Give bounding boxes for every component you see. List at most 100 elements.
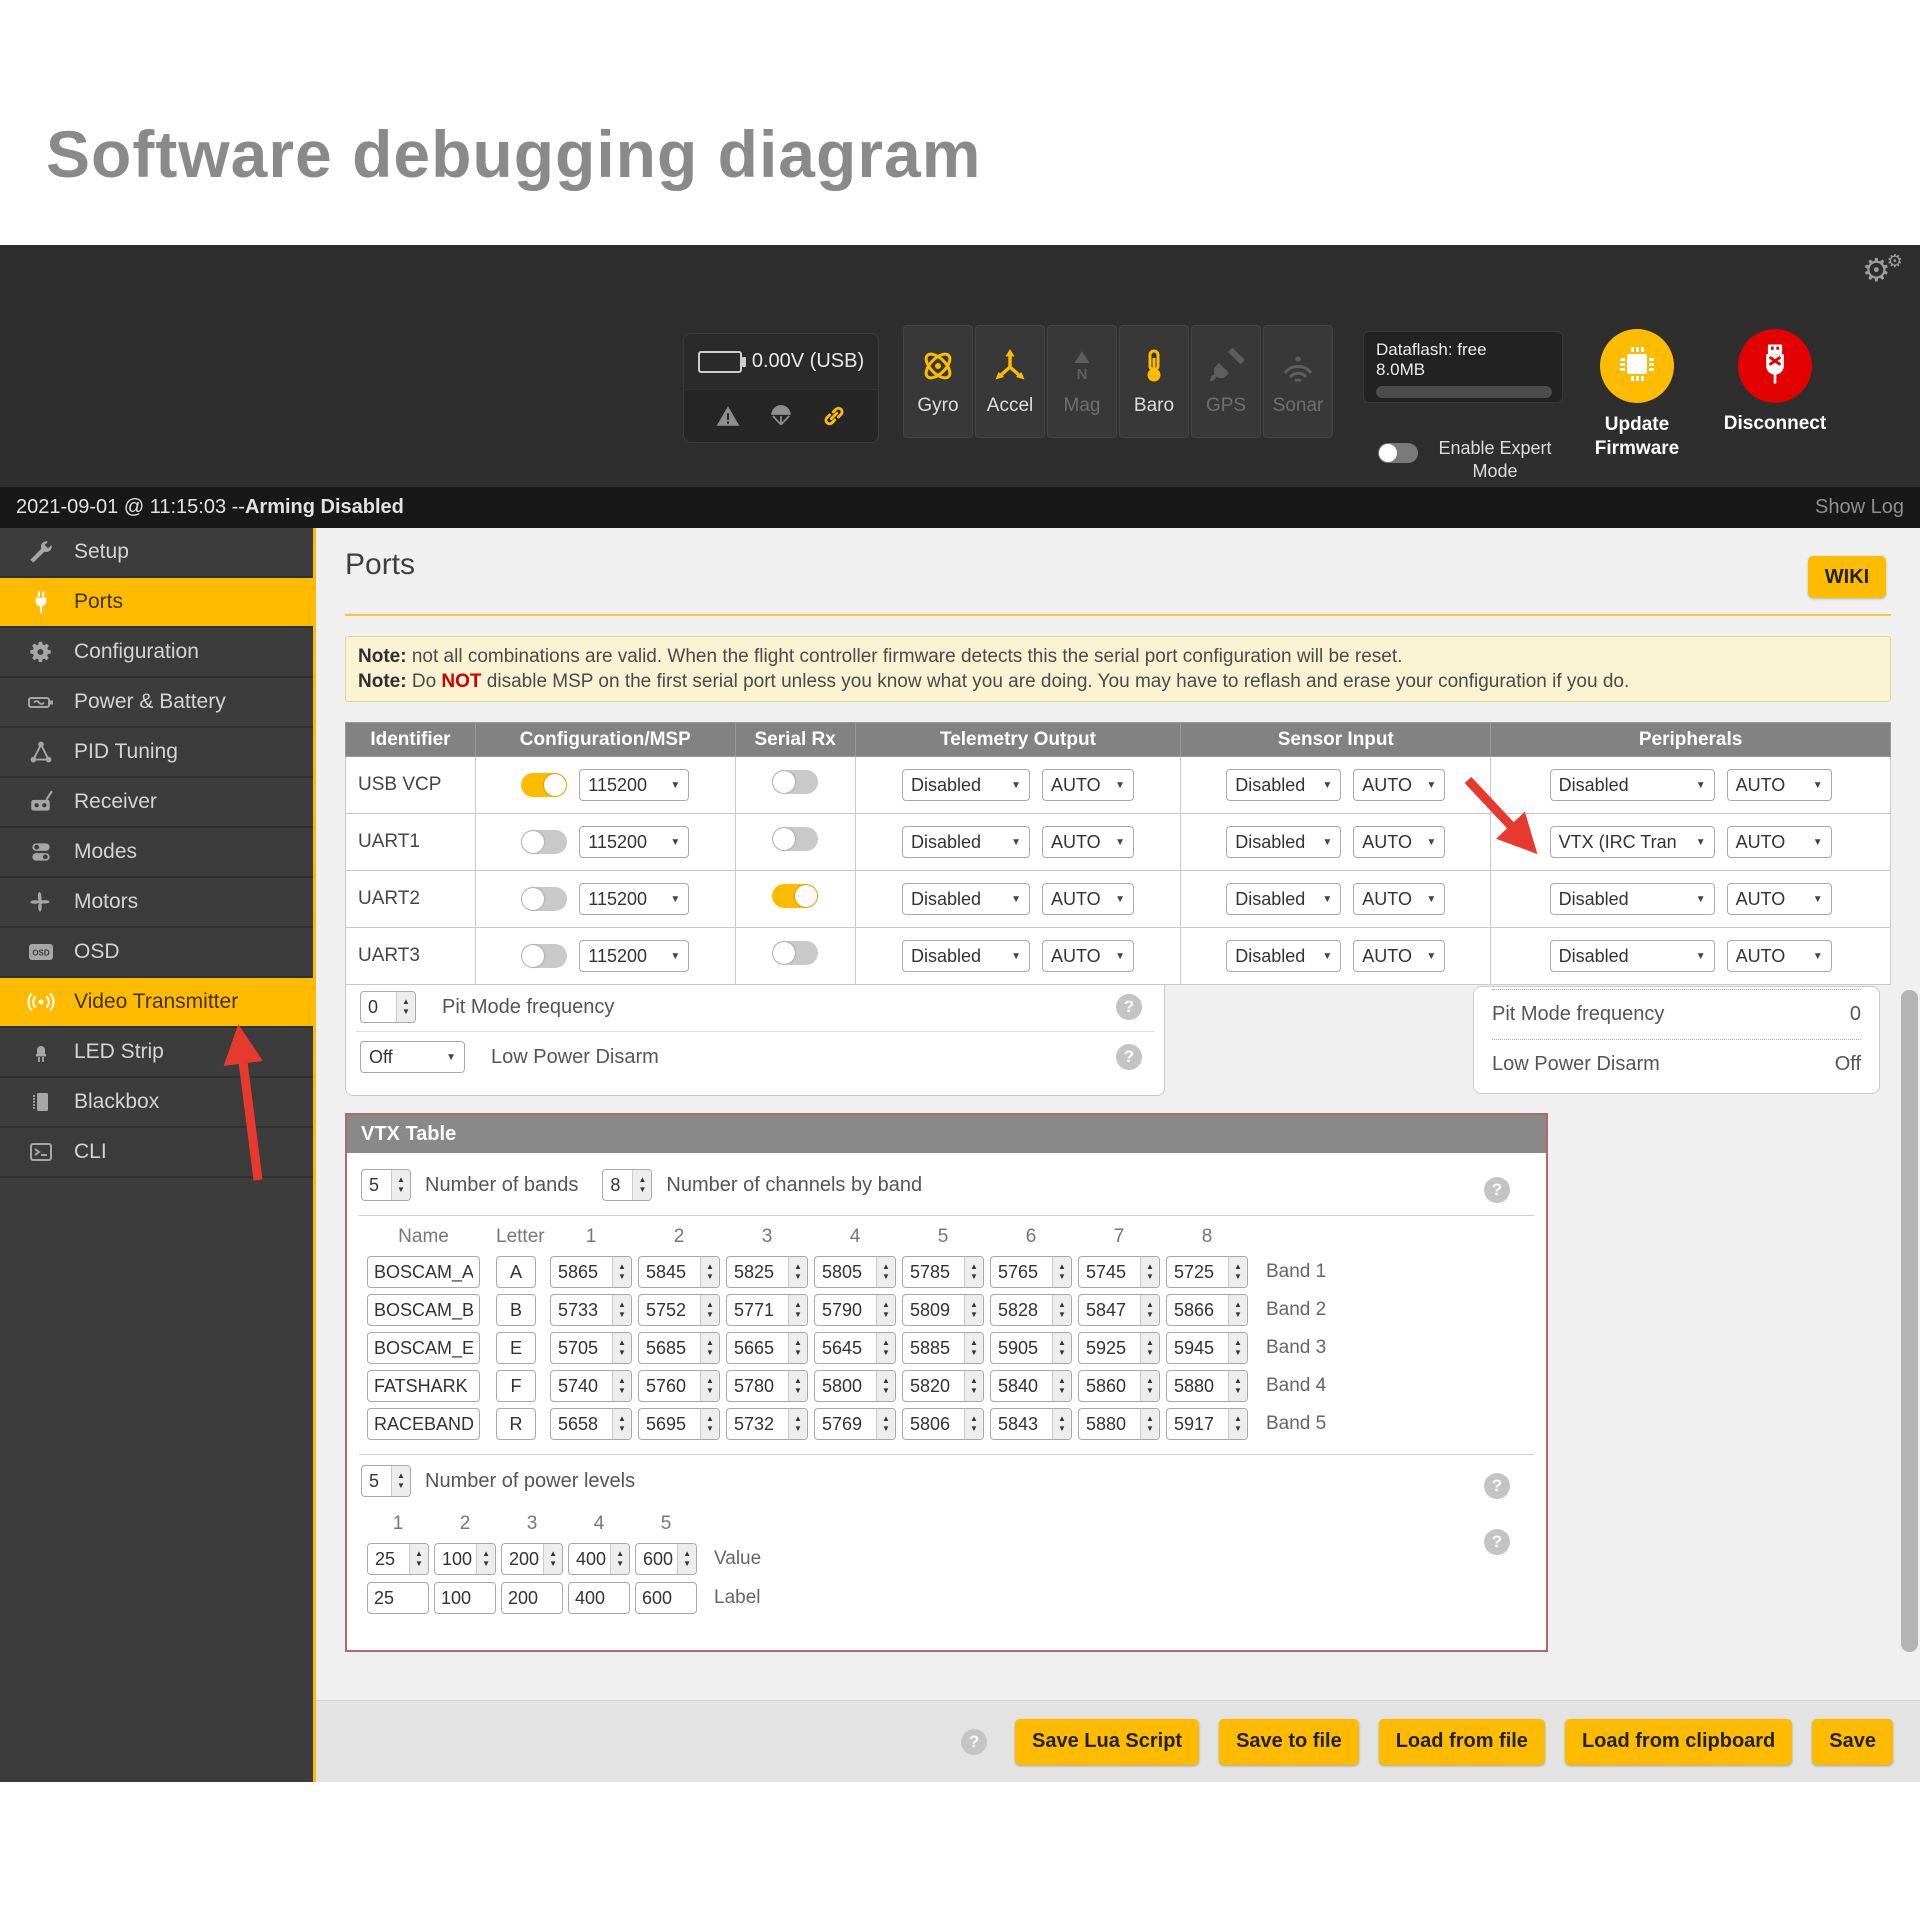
telemetry-select[interactable]: Disabled▼ <box>902 826 1030 858</box>
sidebar-item-setup[interactable]: Setup <box>0 528 313 578</box>
frequency-stepper[interactable]: 5725▲▼ <box>1166 1256 1248 1288</box>
stepper-arrows[interactable]: ▲▼ <box>1228 1257 1247 1287</box>
load-from-file-button[interactable]: Load from file <box>1379 1719 1545 1765</box>
stepper-arrows[interactable]: ▲▼ <box>396 992 415 1022</box>
peripheral-select[interactable]: VTX (IRC Tran▼ <box>1550 826 1715 858</box>
frequency-stepper[interactable]: 5740▲▼ <box>550 1370 632 1402</box>
frequency-stepper[interactable]: 5925▲▼ <box>1078 1332 1160 1364</box>
frequency-stepper[interactable]: 5765▲▼ <box>990 1256 1072 1288</box>
baud-select[interactable]: 115200▼ <box>579 940 689 972</box>
serial-rx-toggle[interactable] <box>772 770 818 794</box>
sensor-gps[interactable]: GPS <box>1191 325 1261 438</box>
frequency-stepper[interactable]: 5733▲▼ <box>550 1294 632 1326</box>
msp-toggle[interactable] <box>521 830 567 854</box>
band-letter-input[interactable] <box>496 1370 536 1402</box>
stepper-arrows[interactable]: ▲▼ <box>409 1544 428 1574</box>
sensor-speed-select[interactable]: AUTO▼ <box>1353 883 1445 915</box>
stepper-arrows[interactable]: ▲▼ <box>964 1295 983 1325</box>
band-letter-input[interactable] <box>496 1256 536 1288</box>
sensor-speed-select[interactable]: AUTO▼ <box>1353 940 1445 972</box>
save-lua-script-button[interactable]: Save Lua Script <box>1015 1719 1199 1765</box>
sidebar-item-cli[interactable]: CLI <box>0 1128 313 1178</box>
help-icon[interactable]: ? <box>1484 1473 1510 1499</box>
update-firmware-label[interactable]: Update Firmware <box>1572 413 1702 461</box>
baud-select[interactable]: 115200▼ <box>579 826 689 858</box>
sensor-select[interactable]: Disabled▼ <box>1226 769 1341 801</box>
wiki-button[interactable]: WIKI <box>1808 556 1886 598</box>
stepper-arrows[interactable]: ▲▼ <box>1228 1409 1247 1439</box>
stepper-arrows[interactable]: ▲▼ <box>391 1466 410 1496</box>
show-log-button[interactable]: Show Log <box>1815 496 1904 519</box>
band-name-input[interactable] <box>367 1294 480 1326</box>
stepper-arrows[interactable]: ▲▼ <box>1052 1257 1071 1287</box>
frequency-stepper[interactable]: 5771▲▼ <box>726 1294 808 1326</box>
help-icon[interactable]: ? <box>1484 1529 1510 1555</box>
disconnect-label[interactable]: Disconnect <box>1706 413 1844 435</box>
stepper-arrows[interactable]: ▲▼ <box>1052 1333 1071 1363</box>
stepper-arrows[interactable]: ▲▼ <box>964 1333 983 1363</box>
stepper-arrows[interactable]: ▲▼ <box>788 1295 807 1325</box>
frequency-stepper[interactable]: 5905▲▼ <box>990 1332 1072 1364</box>
sidebar-item-ports[interactable]: Ports <box>0 578 313 628</box>
frequency-stepper[interactable]: 5847▲▼ <box>1078 1294 1160 1326</box>
frequency-stepper[interactable]: 5745▲▼ <box>1078 1256 1160 1288</box>
msp-toggle[interactable] <box>521 887 567 911</box>
msp-toggle[interactable] <box>521 944 567 968</box>
stepper-arrows[interactable]: ▲▼ <box>964 1257 983 1287</box>
stepper-arrows[interactable]: ▲▼ <box>876 1409 895 1439</box>
sidebar-item-receiver[interactable]: Receiver <box>0 778 313 828</box>
settings-gears-icon[interactable]: ⚙⚙ <box>1862 251 1903 289</box>
stepper-arrows[interactable]: ▲▼ <box>700 1333 719 1363</box>
sidebar-item-video-transmitter[interactable]: Video Transmitter <box>0 978 313 1028</box>
save-button[interactable]: Save <box>1812 1719 1893 1765</box>
stepper-arrows[interactable]: ▲▼ <box>876 1295 895 1325</box>
power-label-input[interactable] <box>434 1582 496 1614</box>
frequency-stepper[interactable]: 5865▲▼ <box>550 1256 632 1288</box>
frequency-stepper[interactable]: 5705▲▼ <box>550 1332 632 1364</box>
sensor-select[interactable]: Disabled▼ <box>1226 826 1341 858</box>
scrollbar[interactable] <box>1901 990 1918 1652</box>
frequency-stepper[interactable]: 5769▲▼ <box>814 1408 896 1440</box>
baud-select[interactable]: 115200▼ <box>579 769 689 801</box>
power-label-input[interactable] <box>635 1582 697 1614</box>
save-to-file-button[interactable]: Save to file <box>1219 1719 1359 1765</box>
help-icon[interactable]: ? <box>1116 1044 1142 1070</box>
stepper-arrows[interactable]: ▲▼ <box>700 1371 719 1401</box>
frequency-stepper[interactable]: 5880▲▼ <box>1078 1408 1160 1440</box>
sidebar-item-osd[interactable]: OSDOSD <box>0 928 313 978</box>
sensor-sonar[interactable]: Sonar <box>1263 325 1333 438</box>
peripheral-speed-select[interactable]: AUTO▼ <box>1727 883 1832 915</box>
stepper-arrows[interactable]: ▲▼ <box>612 1333 631 1363</box>
sensor-select[interactable]: Disabled▼ <box>1226 883 1341 915</box>
band-name-input[interactable] <box>367 1370 480 1402</box>
power-label-input[interactable] <box>501 1582 563 1614</box>
stepper-arrows[interactable]: ▲▼ <box>788 1409 807 1439</box>
peripheral-select[interactable]: Disabled▼ <box>1550 883 1715 915</box>
band-name-input[interactable] <box>367 1408 480 1440</box>
sidebar-item-led-strip[interactable]: LED Strip <box>0 1028 313 1078</box>
serial-rx-toggle[interactable] <box>772 884 818 908</box>
frequency-stepper[interactable]: 5845▲▼ <box>638 1256 720 1288</box>
msp-toggle[interactable] <box>521 773 567 797</box>
disconnect-button[interactable] <box>1738 329 1812 403</box>
stepper-arrows[interactable]: ▲▼ <box>391 1170 410 1200</box>
telemetry-select[interactable]: Disabled▼ <box>902 940 1030 972</box>
stepper-arrows[interactable]: ▲▼ <box>612 1257 631 1287</box>
sensor-select[interactable]: Disabled▼ <box>1226 940 1341 972</box>
band-letter-input[interactable] <box>496 1332 536 1364</box>
band-letter-input[interactable] <box>496 1294 536 1326</box>
sensor-mag[interactable]: NMag <box>1047 325 1117 438</box>
stepper-arrows[interactable]: ▲▼ <box>1052 1409 1071 1439</box>
peripheral-select[interactable]: Disabled▼ <box>1550 769 1715 801</box>
stepper-arrows[interactable]: ▲▼ <box>632 1170 651 1200</box>
stepper-arrows[interactable]: ▲▼ <box>876 1371 895 1401</box>
frequency-stepper[interactable]: 5658▲▼ <box>550 1408 632 1440</box>
band-letter-input[interactable] <box>496 1408 536 1440</box>
band-name-input[interactable] <box>367 1256 480 1288</box>
frequency-stepper[interactable]: 5866▲▼ <box>1166 1294 1248 1326</box>
frequency-stepper[interactable]: 5695▲▼ <box>638 1408 720 1440</box>
telemetry-speed-select[interactable]: AUTO▼ <box>1042 769 1134 801</box>
pit-mode-frequency-stepper[interactable]: 0 ▲▼ <box>360 991 416 1023</box>
telemetry-speed-select[interactable]: AUTO▼ <box>1042 883 1134 915</box>
frequency-stepper[interactable]: 5785▲▼ <box>902 1256 984 1288</box>
